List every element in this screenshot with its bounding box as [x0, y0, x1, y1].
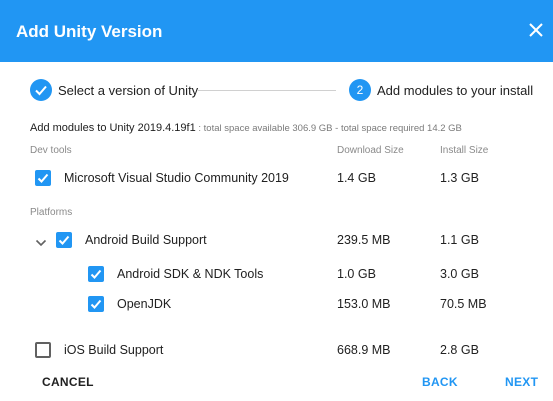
summary-main: Add modules to Unity 2019.4.19f1: [30, 122, 196, 134]
module-download-size: 1.0 GB: [337, 267, 376, 281]
module-name: Android SDK & NDK Tools: [117, 267, 264, 281]
module-install-size: 1.3 GB: [440, 171, 479, 185]
module-install-size: 1.1 GB: [440, 233, 479, 247]
dialog-title: Add Unity Version: [16, 22, 163, 41]
module-download-size: 1.4 GB: [337, 171, 376, 185]
module-name: iOS Build Support: [64, 343, 164, 357]
dialog-header: Add Unity Version: [0, 0, 553, 62]
module-name: Android Build Support: [85, 233, 207, 247]
module-install-size: 2.8 GB: [440, 343, 479, 357]
module-checkbox[interactable]: [88, 266, 104, 282]
step-connector: [198, 90, 336, 91]
module-row: Android Build Support 239.5 MB 1.1 GB: [0, 228, 553, 252]
module-checkbox[interactable]: [88, 296, 104, 312]
cancel-button[interactable]: CANCEL: [42, 375, 94, 389]
module-checkbox[interactable]: [35, 342, 51, 358]
next-button[interactable]: NEXT: [505, 375, 538, 389]
module-install-size: 3.0 GB: [440, 267, 479, 281]
module-download-size: 239.5 MB: [337, 233, 391, 247]
module-row: iOS Build Support 668.9 MB 2.8 GB: [0, 338, 553, 362]
module-download-size: 153.0 MB: [337, 297, 391, 311]
chevron-down-icon[interactable]: [35, 235, 47, 247]
module-name: OpenJDK: [117, 297, 172, 311]
close-icon[interactable]: [527, 21, 545, 39]
step-2-label: Add modules to your install: [377, 83, 534, 98]
module-row: Microsoft Visual Studio Community 2019 1…: [0, 166, 553, 190]
section-platforms: Platforms: [30, 207, 73, 218]
column-download-size: Download Size: [337, 145, 404, 156]
step-2-number: 2: [349, 79, 371, 101]
module-checkbox[interactable]: [35, 170, 51, 186]
column-install-size: Install Size: [440, 145, 489, 156]
install-summary: Add modules to Unity 2019.4.19f1 : total…: [30, 122, 462, 134]
module-install-size: 70.5 MB: [440, 297, 487, 311]
step-1-label: Select a version of Unity: [58, 83, 199, 98]
module-download-size: 668.9 MB: [337, 343, 391, 357]
summary-details: : total space available 306.9 GB - total…: [195, 123, 462, 134]
module-checkbox[interactable]: [56, 232, 72, 248]
module-name: Microsoft Visual Studio Community 2019: [64, 171, 289, 185]
module-row: OpenJDK 153.0 MB 70.5 MB: [0, 292, 553, 316]
stepper: Select a version of Unity 2 Add modules …: [0, 75, 553, 105]
section-dev-tools: Dev tools: [30, 145, 72, 156]
module-row: Android SDK & NDK Tools 1.0 GB 3.0 GB: [0, 262, 553, 286]
back-button[interactable]: BACK: [422, 375, 458, 389]
check-icon: [30, 79, 52, 101]
